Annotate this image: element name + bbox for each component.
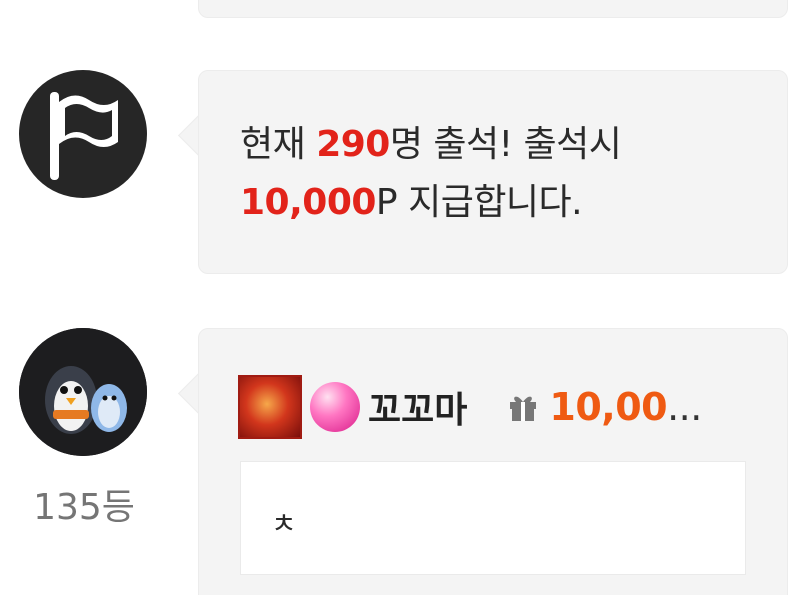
penguin-avatar-icon [19, 328, 147, 456]
notice-line-1: 현재 290명 출석! 출석시 [240, 124, 622, 165]
message-box: ㅊ [240, 461, 746, 575]
user-rank: 135등 [33, 487, 135, 528]
candy-badge-icon [310, 382, 360, 432]
user-nickname[interactable]: 꼬꼬마 [368, 381, 467, 433]
user-avatar[interactable] [19, 328, 147, 456]
previous-message-bubble [198, 0, 788, 18]
gift-amount: 10,00... [549, 385, 702, 429]
message-text: ㅊ [271, 507, 297, 540]
notice-line-2: 10,000P 지급합니다. [240, 182, 583, 223]
chat-user-row: 꼬꼬마 10,00... [238, 375, 702, 439]
chat-feed: 현재 290명 출석! 출석시 10,000P 지급합니다. 135등 꼬꼬마 [0, 0, 800, 595]
attendee-count: 290 [316, 124, 390, 165]
flag-icon [44, 84, 122, 184]
notice-avatar [19, 70, 147, 198]
reward-points: 10,000 [240, 182, 376, 223]
dragon-badge-icon [238, 375, 302, 439]
attendance-notice-text: 현재 290명 출석! 출석시 10,000P 지급합니다. [240, 116, 760, 232]
gift-icon [505, 389, 541, 425]
